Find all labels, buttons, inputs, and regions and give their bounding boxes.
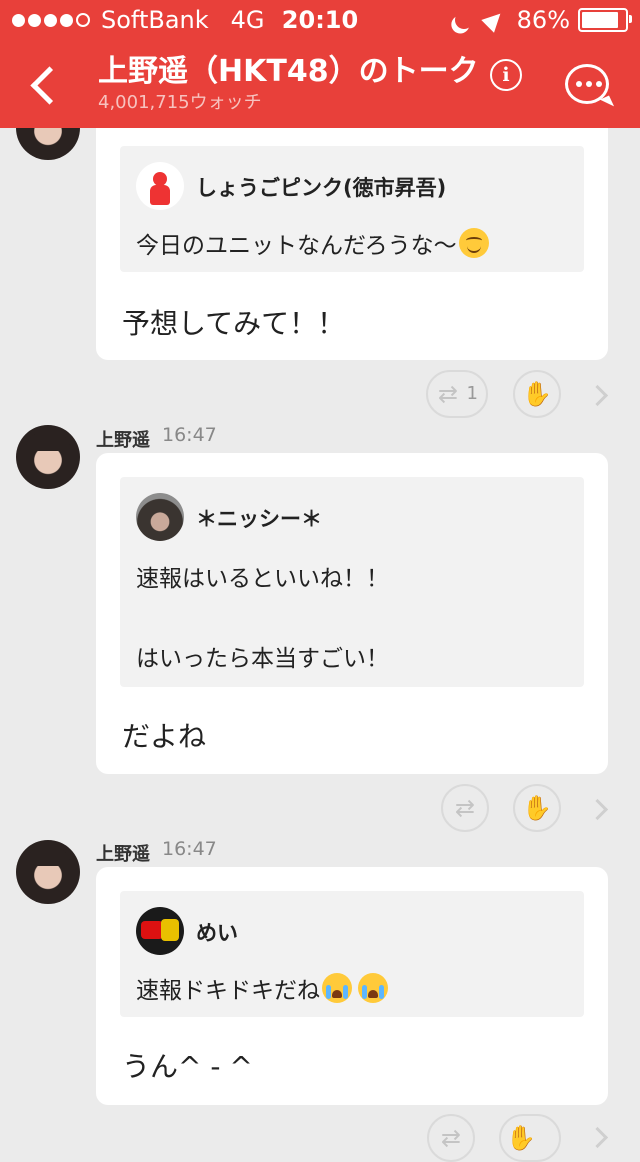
info-icon[interactable]: i (490, 59, 522, 91)
quoted-user-name: ＊ニッシー＊ (196, 507, 322, 531)
message-bubble: めい 速報ドキドキだね うん^ - ^ (96, 867, 608, 1105)
sender-avatar[interactable] (16, 840, 80, 904)
retweet-icon: ⇄ (437, 380, 459, 408)
chevron-right-icon[interactable] (586, 798, 609, 821)
chevron-right-icon[interactable] (586, 384, 609, 407)
retalk-count: 1 (466, 383, 478, 404)
battery-icon (578, 8, 632, 32)
message-time: 16:47 (162, 424, 217, 446)
chat-dots (576, 81, 606, 87)
applause-button[interactable]: ✋ (513, 784, 561, 832)
retweet-icon: ⇄ (454, 794, 476, 822)
retalk-button[interactable]: ⇄ 1 (426, 370, 488, 418)
status-right: 86% (449, 0, 632, 40)
sender-name: 上野遥 (96, 430, 150, 451)
message-time: 16:47 (162, 838, 217, 860)
battery-level-fill (582, 12, 618, 28)
reply-text: だよね (122, 720, 207, 753)
sender-avatar[interactable] (16, 425, 80, 489)
app-header: SoftBank 4G 20:10 86% 上野遥（HKT48）のトーク 4,0… (0, 0, 640, 128)
retalk-button[interactable]: ⇄ (427, 1114, 475, 1162)
watch-count: 4,001,715ウォッチ (98, 92, 262, 113)
quoted-user-avatar (136, 907, 184, 955)
hands-icon: ✋ (522, 794, 552, 822)
quoted-text-line: 速報はいるといいね！！ (136, 566, 389, 592)
do-not-disturb-moon-icon (452, 8, 475, 31)
quoted-text-line: はいったら本当すごい！ (136, 646, 389, 672)
retalk-button[interactable]: ⇄ (441, 784, 489, 832)
back-chevron-icon[interactable] (26, 68, 60, 102)
quoted-user-name: めい (196, 921, 238, 945)
quoted-post[interactable]: しょうごピンク(徳市昇吾) 今日のユニットなんだろうな〜 (120, 146, 584, 272)
talk-title-block: 上野遥（HKT48）のトーク 4,001,715ウォッチ (98, 52, 479, 114)
status-bar: SoftBank 4G 20:10 86% (0, 0, 640, 40)
chat-bubble-icon[interactable] (565, 64, 609, 104)
retweet-icon: ⇄ (440, 1124, 462, 1152)
chevron-right-icon[interactable] (586, 1126, 609, 1149)
quoted-user-avatar (136, 493, 184, 541)
quoted-text: 速報ドキドキだね (136, 971, 388, 1005)
reply-text: 予想してみて！！ (122, 307, 346, 340)
quoted-user-name: しょうごピンク(徳市昇吾) (196, 176, 447, 200)
loudly-crying-face-emoji-icon (358, 973, 388, 1003)
smiling-face-emoji-icon (458, 228, 489, 258)
message-bubble: ＊ニッシー＊ 速報はいるといいね！！ はいったら本当すごい！ だよね (96, 453, 608, 774)
message-bubble: しょうごピンク(徳市昇吾) 今日のユニットなんだろうな〜 予想してみて！！ (96, 110, 608, 360)
applause-button[interactable]: ✋ (499, 1114, 561, 1162)
battery-percent: 86% (516, 6, 570, 34)
quoted-post[interactable]: めい 速報ドキドキだね (120, 891, 584, 1017)
reply-text: うん^ - ^ (122, 1050, 253, 1083)
hands-icon: ✋ (522, 380, 552, 408)
page-title: 上野遥（HKT48）のトーク (98, 54, 479, 89)
loudly-crying-face-emoji-icon (322, 973, 352, 1003)
sender-name: 上野遥 (96, 844, 150, 865)
hands-icon: ✋ (506, 1124, 536, 1152)
quoted-user-avatar (136, 162, 184, 210)
location-arrow-icon (480, 7, 507, 33)
quoted-text: 今日のユニットなんだろうな〜 (136, 226, 489, 260)
applause-button[interactable]: ✋ (513, 370, 561, 418)
quoted-post[interactable]: ＊ニッシー＊ 速報はいるといいね！！ はいったら本当すごい！ (120, 477, 584, 687)
